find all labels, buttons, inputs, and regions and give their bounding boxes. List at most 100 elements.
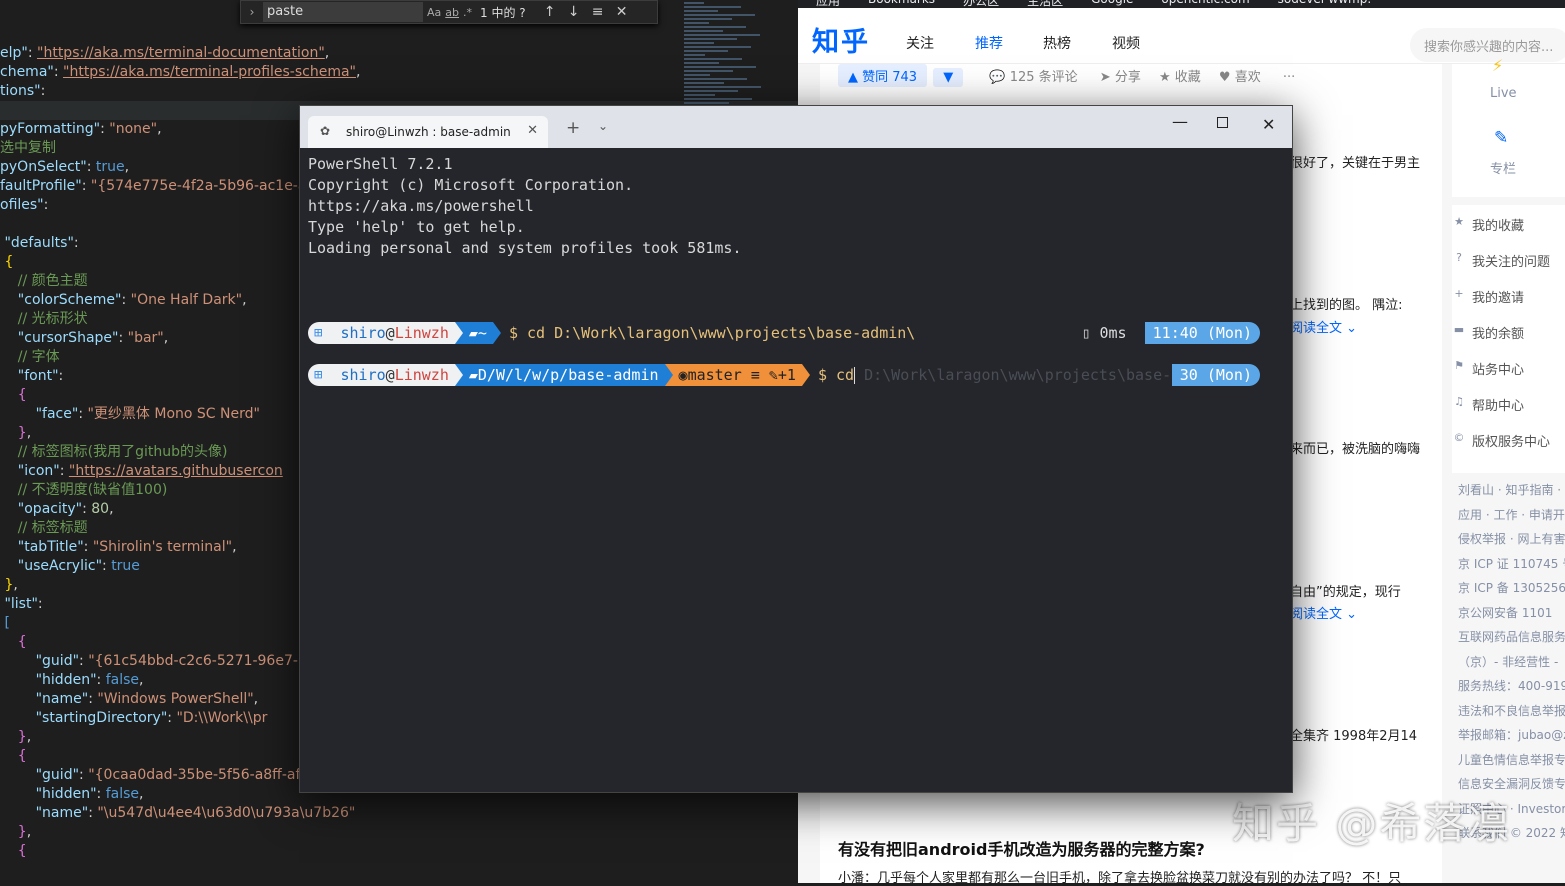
code-token: true xyxy=(95,159,125,175)
code-token: "useAcrylic" xyxy=(0,558,103,574)
question-title[interactable]: 有没有把旧android手机改造为服务器的完整方案? xyxy=(838,836,1205,860)
whole-word-toggle[interactable]: ab xyxy=(445,6,459,19)
footer-line[interactable]: 刘看山 · 知乎指南 · 知 xyxy=(1458,478,1565,503)
code-token: , xyxy=(13,577,18,593)
new-tab-icon[interactable]: + xyxy=(566,118,580,138)
search-input[interactable]: 搜索你感兴趣的内容... xyxy=(1410,28,1565,62)
bookmark-item[interactable]: 应用 xyxy=(816,0,840,8)
like-button[interactable]: ♥ 喜欢 xyxy=(1219,70,1261,85)
match-case-toggle[interactable]: Aa xyxy=(427,6,441,19)
code-token: : xyxy=(118,330,128,346)
nav-follow[interactable]: 关注 xyxy=(906,33,934,53)
terminal-titlebar[interactable]: ✿ shiro@Linwzh : base-admin ✕ + ⌄ — ✕ xyxy=(300,106,1292,148)
side-item-help[interactable]: ♫ 帮助中心 xyxy=(1452,385,1565,421)
bookmark-item[interactable]: 办公区 xyxy=(963,0,999,8)
more-button[interactable]: ··· xyxy=(1283,70,1295,85)
wallet-icon: ▬ xyxy=(1453,323,1465,336)
hourglass-icon: ▯ xyxy=(1081,324,1091,342)
snippet-3: 来而已，被洗脑的嗨嗨 xyxy=(1290,442,1421,457)
minimap-line xyxy=(684,54,705,56)
output-line: Copyright (c) Microsoft Corporation. xyxy=(308,176,634,194)
maximize-icon[interactable] xyxy=(1217,117,1228,128)
code-token: true xyxy=(111,558,140,574)
upvote-button[interactable]: ▲ 赞同 743 xyxy=(838,64,928,87)
code-line: "name": "\u547d\u4ee4\u63d0\u793a\u7b26" xyxy=(0,804,800,823)
side-item-collections[interactable]: ★ 我的收藏 xyxy=(1452,205,1565,241)
code-token: "name" xyxy=(0,691,89,707)
comments-button[interactable]: 💬 125 条评论 xyxy=(989,70,1077,85)
chevron-right-icon[interactable]: › xyxy=(241,5,263,19)
terminal-output[interactable]: PowerShell 7.2.1 Copyright (c) Microsoft … xyxy=(300,148,1292,792)
footer-line[interactable]: 京 ICP 证 110745 号 xyxy=(1458,552,1565,577)
footer-line[interactable]: 应用 · 工作 · 申请开 xyxy=(1458,503,1565,528)
bookmark-item[interactable]: sodevel-wwmp. xyxy=(1278,0,1372,6)
zhihu-logo[interactable]: 知乎 xyxy=(812,20,870,59)
user-plus-icon: + xyxy=(1454,287,1464,300)
read-more-label-1: 阅读全文 xyxy=(1290,321,1343,336)
arrow-up-icon[interactable]: ↑ xyxy=(538,4,562,20)
prompt-at: @ xyxy=(385,366,395,384)
bookmark-item[interactable]: openchtic.com xyxy=(1161,0,1249,6)
read-more-link-1[interactable]: 阅读全文 ⌄ xyxy=(1290,317,1357,336)
share-label: 分享 xyxy=(1114,70,1141,85)
minimap-line xyxy=(684,86,761,88)
close-window-icon[interactable]: ✕ xyxy=(1262,115,1275,134)
read-more-link-2[interactable]: 阅读全文 ⌄ xyxy=(1290,603,1357,622)
code-token: pyFormatting" xyxy=(0,121,101,137)
comments-label: 125 条评论 xyxy=(1009,70,1078,85)
footer-line[interactable]: 互联网药品信息服务 xyxy=(1458,625,1565,650)
code-token: : xyxy=(53,64,64,80)
code-token: : xyxy=(88,691,98,707)
tab-close-icon[interactable]: ✕ xyxy=(527,123,538,138)
arrow-down-icon[interactable]: ↓ xyxy=(562,4,586,20)
live-link[interactable]: Live xyxy=(1490,86,1517,101)
collect-button[interactable]: ★ 收藏 xyxy=(1159,70,1201,85)
code-token: // 标签图标(我用了github的头像) xyxy=(0,444,228,460)
nav-video[interactable]: 视频 xyxy=(1112,33,1140,53)
minimap[interactable] xyxy=(684,0,780,110)
side-item-label: 站务中心 xyxy=(1472,363,1525,378)
footer-line[interactable]: 服务热线：400-919- xyxy=(1458,674,1565,699)
column-link[interactable]: 专栏 xyxy=(1490,158,1516,177)
side-item-copyright[interactable]: © 版权服务中心 xyxy=(1452,421,1565,457)
side-item-questions[interactable]: ? 我关注的问题 xyxy=(1452,241,1565,277)
close-icon[interactable]: ✕ xyxy=(610,4,634,20)
downvote-button[interactable]: ▼ xyxy=(933,68,964,87)
footer-line[interactable]: 京 ICP 备 13052560 xyxy=(1458,576,1565,601)
find-in-selection-icon[interactable]: ≡ xyxy=(586,4,610,20)
footer-line[interactable]: 京公网安备 1101 xyxy=(1458,601,1565,626)
code-token: : xyxy=(96,672,106,688)
footer-line[interactable]: 举报邮箱：jubao@z xyxy=(1458,723,1565,748)
prompt-command: $ cd xyxy=(817,366,855,384)
footer-line[interactable]: 儿童色情信息举报专 xyxy=(1458,748,1565,773)
minimap-line xyxy=(684,90,738,92)
side-item-station[interactable]: ⚑ 站务中心 xyxy=(1452,349,1565,385)
code-token: { xyxy=(0,387,27,403)
side-item-balance[interactable]: ▬ 我的余额 xyxy=(1452,313,1565,349)
question-excerpt[interactable]: 小潘：几乎每个人家里都有那么一台旧手机，除了拿去换脸盆换菜刀就没有别的办法了吗？… xyxy=(838,867,1438,886)
nav-hot[interactable]: 热榜 xyxy=(1043,33,1071,53)
regex-toggle[interactable]: .* xyxy=(463,6,472,19)
chevron-down-icon[interactable]: ⌄ xyxy=(598,119,608,133)
code-token: "guid" xyxy=(0,653,80,669)
bookmark-item[interactable]: 生活区 xyxy=(1027,0,1063,8)
minimize-icon[interactable]: — xyxy=(1172,112,1188,131)
find-input[interactable]: paste xyxy=(263,2,423,22)
bookmark-item[interactable]: Bookmarks xyxy=(868,0,935,6)
bookmark-item[interactable]: Google xyxy=(1091,0,1133,6)
prompt-host: Linwzh xyxy=(394,366,449,384)
code-token: faultProfile" xyxy=(0,178,82,194)
side-item-invites[interactable]: + 我的邀请 xyxy=(1452,277,1565,313)
share-button[interactable]: ➤ 分享 xyxy=(1100,70,1141,85)
footer-line[interactable]: 侵权举报 · 网上有害 xyxy=(1458,527,1565,552)
code-token: , xyxy=(109,501,114,517)
prompt-command: $ cd D:\Work\laragon\www\projects\base-a… xyxy=(508,324,916,342)
terminal-tab[interactable]: ✿ shiro@Linwzh : base-admin ✕ xyxy=(308,116,548,148)
code-token: "https://aka.ms/terminal-profiles-schema… xyxy=(63,64,356,80)
minimap-line xyxy=(684,78,747,80)
footer-line[interactable]: 违法和不良信息举报 xyxy=(1458,699,1565,724)
nav-recommend[interactable]: 推荐 xyxy=(975,33,1003,53)
footer-line[interactable]: （京）- 非经营性 - xyxy=(1458,650,1565,675)
code-token: : xyxy=(58,368,64,384)
minimap-line xyxy=(684,58,742,60)
